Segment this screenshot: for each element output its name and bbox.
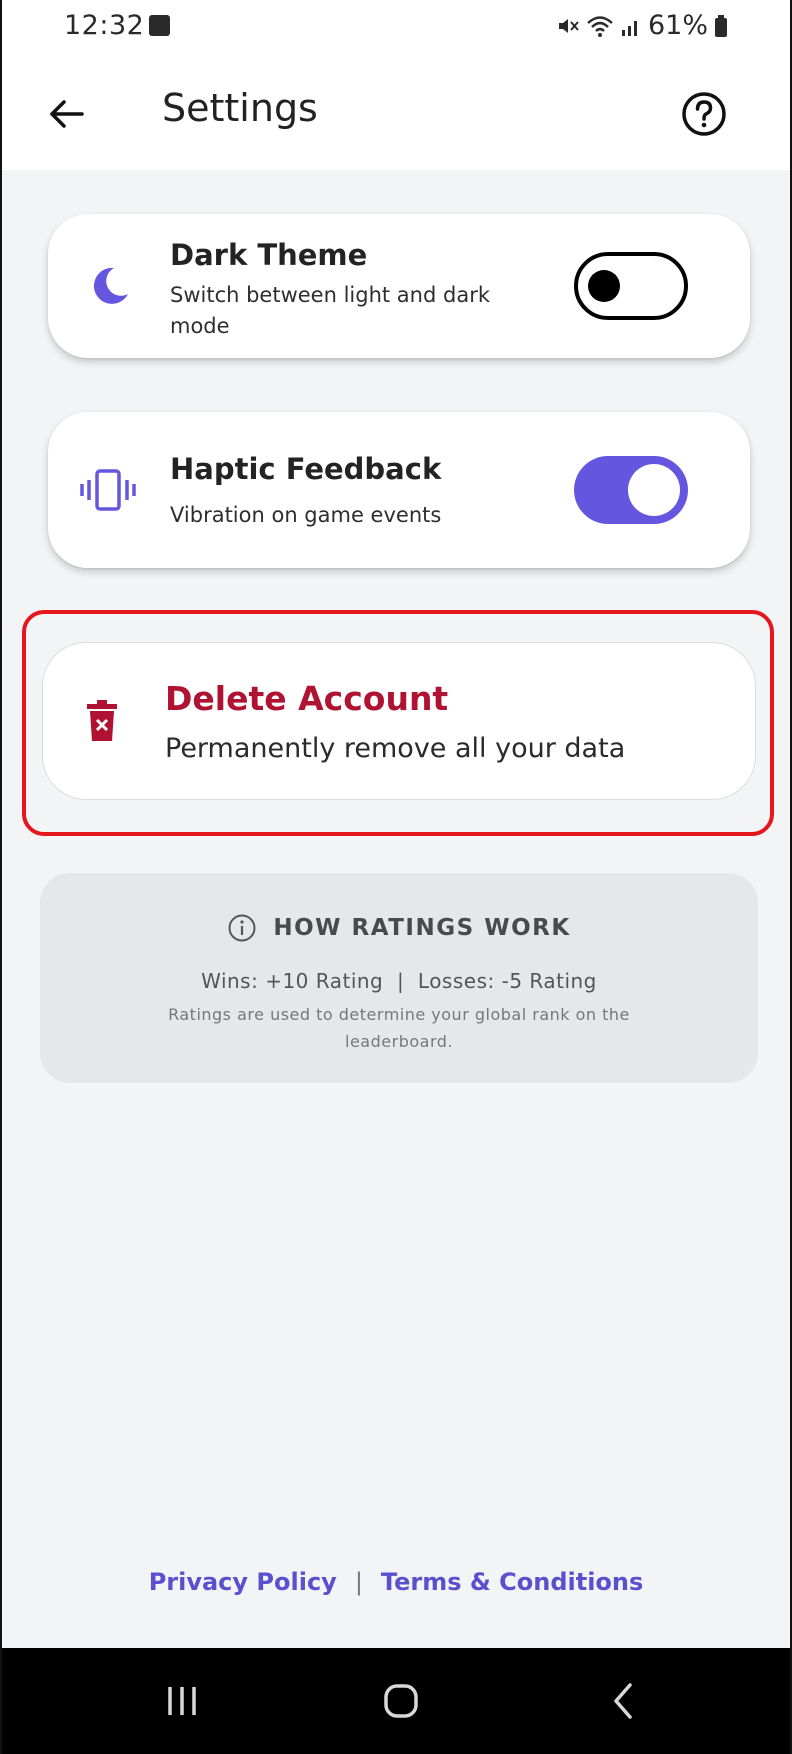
help-button[interactable]: [676, 86, 732, 142]
toggle-knob: [628, 464, 680, 516]
back-button[interactable]: [38, 86, 94, 142]
ratings-info-title: HOW RATINGS WORK: [273, 915, 571, 941]
notification-check-icon: [149, 15, 170, 36]
recents-button[interactable]: [152, 1678, 212, 1724]
battery-icon: [715, 14, 727, 37]
nav-back-button[interactable]: [594, 1678, 654, 1724]
help-circle-icon: [682, 92, 726, 136]
ratings-info-rules: Wins: +10 Rating | Losses: -5 Rating: [201, 969, 597, 993]
delete-account-button[interactable]: Delete Account Permanently remove all yo…: [42, 642, 756, 800]
haptic-feedback-toggle[interactable]: [574, 456, 688, 524]
dark-theme-card: Dark Theme Switch between light and dark…: [48, 214, 750, 358]
haptic-feedback-title: Haptic Feedback: [170, 452, 442, 486]
status-bar: 12:32 61%: [2, 0, 790, 56]
app-bar: Settings: [2, 56, 790, 170]
terms-conditions-link[interactable]: Terms & Conditions: [381, 1568, 643, 1596]
moon-icon: [84, 260, 136, 312]
toggle-knob: [588, 270, 620, 302]
privacy-policy-link[interactable]: Privacy Policy: [149, 1568, 337, 1596]
nav-back-icon: [614, 1683, 632, 1719]
battery-percent: 61%: [647, 10, 708, 41]
footer-links: Privacy Policy | Terms & Conditions: [2, 1568, 790, 1596]
footer-separator: |: [354, 1568, 363, 1596]
mute-icon: [558, 18, 579, 33]
info-icon: [228, 914, 256, 942]
haptic-feedback-card: Haptic Feedback Vibration on game events: [48, 412, 750, 568]
home-button[interactable]: [371, 1678, 431, 1724]
dark-theme-toggle[interactable]: [574, 252, 688, 320]
wifi-icon: [587, 15, 613, 37]
ratings-info-description: Ratings are used to determine your globa…: [168, 1005, 630, 1051]
ratings-info-box: HOW RATINGS WORK Wins: +10 Rating | Loss…: [40, 873, 758, 1083]
delete-account-subtitle: Permanently remove all your data: [165, 733, 626, 764]
ratings-info-header: HOW RATINGS WORK: [40, 913, 758, 943]
signal-icon: [621, 20, 637, 36]
phone-screen: 12:32 61% Settings Dark Theme Switch bet…: [0, 0, 792, 1754]
recents-icon: [168, 1687, 196, 1715]
status-icons: 61%: [556, 10, 728, 41]
system-nav-bar: [2, 1648, 790, 1754]
dark-theme-title: Dark Theme: [170, 238, 368, 272]
trash-icon: [85, 699, 119, 743]
status-time: 12:32: [64, 10, 145, 41]
vibration-icon: [78, 464, 138, 516]
dark-theme-subtitle: Switch between light and dark mode: [170, 283, 490, 338]
home-icon: [384, 1684, 418, 1718]
arrow-left-icon: [50, 100, 84, 128]
delete-account-title: Delete Account: [165, 679, 449, 718]
page-title: Settings: [162, 86, 318, 130]
haptic-feedback-subtitle: Vibration on game events: [170, 503, 442, 527]
